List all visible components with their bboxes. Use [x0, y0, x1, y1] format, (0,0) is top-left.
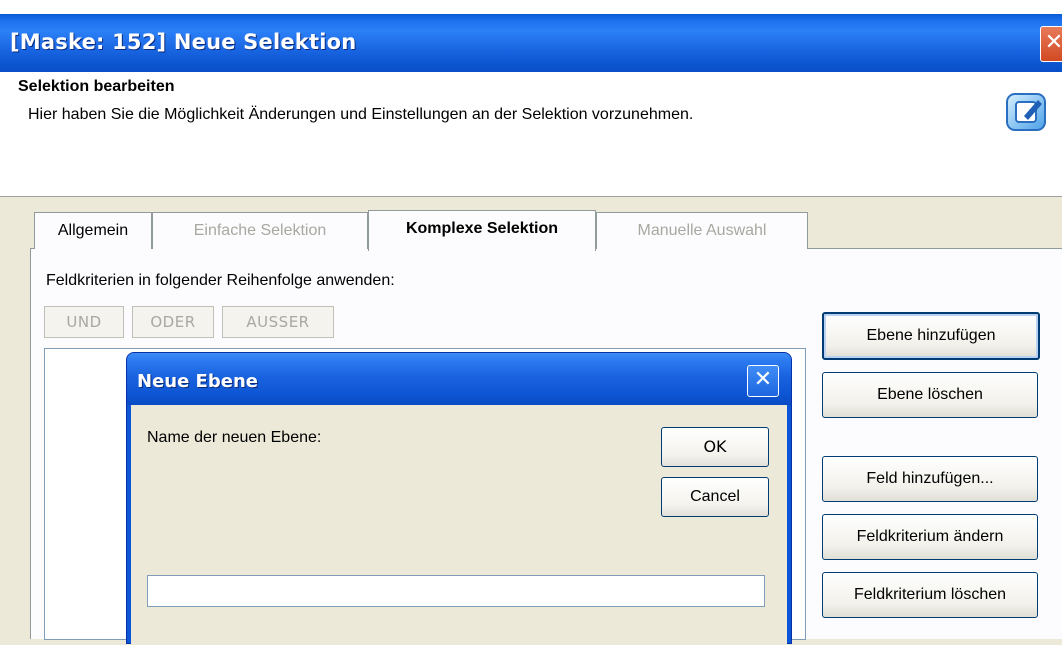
- und-button[interactable]: UND: [44, 306, 124, 338]
- oder-button[interactable]: ODER: [132, 306, 214, 338]
- edit-selection-icon: [1006, 93, 1046, 131]
- tab-einfache-selektion[interactable]: Einfache Selektion: [152, 212, 368, 249]
- add-level-button[interactable]: Ebene hinzufügen: [822, 312, 1040, 360]
- tab-allgemein[interactable]: Allgemein: [34, 212, 152, 249]
- header-description: Hier haben Sie die Möglichkeit Änderunge…: [28, 106, 694, 123]
- level-name-input[interactable]: [147, 575, 765, 607]
- dialog-close-icon[interactable]: ✕: [747, 365, 779, 397]
- edit-field-criterion-button[interactable]: Feldkriterium ändern: [822, 514, 1038, 560]
- tab-manuelle-auswahl[interactable]: Manuelle Auswahl: [596, 212, 808, 249]
- level-name-label: Name der neuen Ebene:: [147, 429, 322, 446]
- dialog-titlebar: Neue Ebene ✕: [127, 353, 791, 405]
- criteria-label: Feldkriterien in folgender Reihenfolge a…: [46, 272, 395, 289]
- cancel-button[interactable]: Cancel: [661, 477, 769, 517]
- window-close-icon[interactable]: ✕: [1040, 26, 1062, 62]
- dialog-body: Name der neuen Ebene: OK Cancel: [131, 405, 787, 645]
- delete-level-button[interactable]: Ebene löschen: [822, 372, 1038, 418]
- add-field-button[interactable]: Feld hinzufügen...: [822, 456, 1038, 502]
- ok-button[interactable]: OK: [661, 427, 769, 467]
- ausser-button[interactable]: AUSSER: [222, 306, 334, 338]
- delete-field-criterion-button[interactable]: Feldkriterium löschen: [822, 572, 1038, 618]
- window-title: [Maske: 152] Neue Selektion: [10, 30, 357, 54]
- header-title: Selektion bearbeiten: [18, 78, 175, 95]
- tab-komplexe-selektion[interactable]: Komplexe Selektion: [368, 210, 596, 251]
- dialog-title: Neue Ebene: [137, 371, 258, 392]
- new-level-dialog: Neue Ebene ✕ Name der neuen Ebene: OK Ca…: [126, 352, 792, 645]
- header-panel: Selektion bearbeiten Hier haben Sie die …: [0, 72, 1062, 197]
